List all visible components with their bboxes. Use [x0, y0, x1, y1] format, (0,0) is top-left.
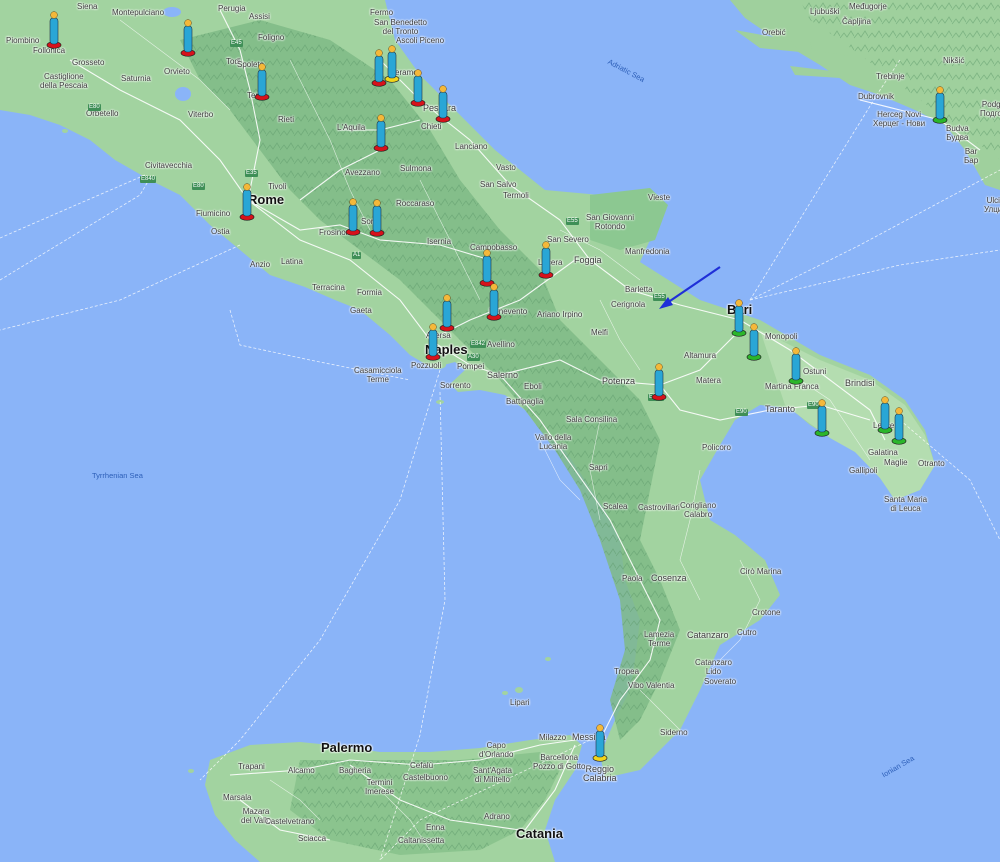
map-view[interactable]: RomeNaplesBariPalermoCataniaFoggiaSalern… [0, 0, 1000, 862]
blue-arrow-annotation [659, 266, 721, 309]
